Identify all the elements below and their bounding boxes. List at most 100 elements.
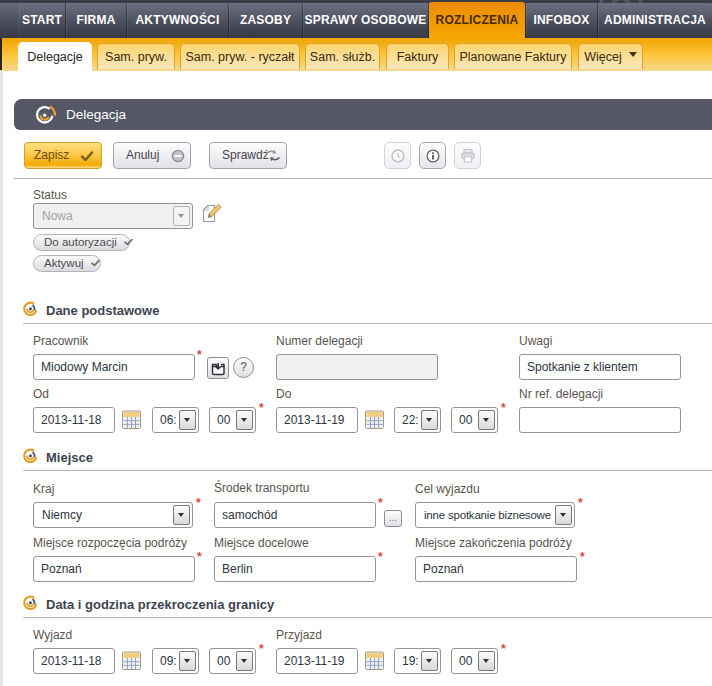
numer-delegacji-input[interactable] (276, 354, 438, 380)
srodek-transportu-input[interactable]: samochód (214, 502, 376, 528)
do-minute-select[interactable]: 00 (451, 407, 498, 433)
wyjazd-label: Wyjazd (33, 628, 72, 642)
uwagi-label: Uwagi (519, 334, 552, 348)
od-minute-dropdown-button[interactable] (236, 410, 253, 430)
przyjazd-minute-dropdown-button[interactable] (478, 651, 495, 671)
page: START FIRMA AKTYWNOŚCI ZASOBY SPRAWY OSO… (0, 0, 712, 686)
chevron-down-icon (560, 513, 566, 520)
od-hour-dropdown-button[interactable] (179, 410, 196, 430)
tab-delegacje[interactable]: Delegacje (18, 42, 92, 71)
edit-status-button[interactable] (199, 201, 224, 230)
kraj-select[interactable]: Niemcy (33, 502, 193, 528)
wyjazd-minute-value: 00 (217, 649, 230, 673)
nav-item-administracja[interactable]: ADMINISTRACJA (598, 3, 712, 38)
left-page-edge (0, 71, 3, 686)
required-marker: * (197, 551, 202, 563)
section-icon (21, 446, 41, 466)
status-dropdown-button[interactable] (173, 206, 190, 226)
required-marker: * (197, 349, 202, 361)
numer-delegacji-label: Numer delegacji (276, 334, 363, 348)
od-date-input[interactable]: 2013-11-18 (33, 407, 115, 433)
status-select[interactable]: Nowa (33, 203, 193, 229)
tab-wiecej[interactable]: Więcej (578, 43, 643, 69)
do-hour-dropdown-button[interactable] (421, 410, 438, 430)
chevron-down-icon (178, 513, 184, 520)
przyjazd-hour-select[interactable]: 19: (394, 648, 441, 674)
od-calendar-button[interactable] (122, 409, 141, 433)
do-date-input[interactable]: 2013-11-19 (276, 407, 358, 433)
zakonczenie-input[interactable]: Poznań (415, 556, 577, 582)
uwagi-input[interactable]: Spotkanie z klientem (519, 354, 681, 380)
do-calendar-button[interactable] (365, 409, 384, 433)
tab-sam-sluzb[interactable]: Sam. służb. (305, 43, 380, 69)
calendar-icon (122, 409, 141, 429)
required-marker: * (259, 643, 264, 655)
history-button[interactable] (384, 142, 411, 169)
od-label: Od (33, 387, 49, 401)
przyjazd-minute-select[interactable]: 00 (451, 648, 498, 674)
nr-ref-input[interactable] (519, 407, 681, 433)
verify-arrows-icon (265, 149, 281, 162)
nav-item-zasoby[interactable]: ZASOBY (229, 3, 302, 38)
check-icon (91, 259, 100, 267)
info-button[interactable] (419, 142, 446, 169)
wyjazd-minute-select[interactable]: 00 (209, 648, 256, 674)
check-icon (80, 149, 94, 163)
section-icon (21, 299, 41, 319)
tab-wiecej-label: Więcej (584, 50, 622, 64)
pracownik-input[interactable]: Miodowy Marcin (33, 354, 195, 380)
chevron-down-icon (184, 659, 190, 666)
wyjazd-hour-dropdown-button[interactable] (179, 651, 196, 671)
tab-bar: Delegacje Sam. pryw. Sam. pryw. - ryczał… (0, 38, 712, 71)
nav-item-infobox[interactable]: INFOBOX (526, 3, 597, 38)
do-label: Do (276, 387, 291, 401)
cancel-circle-icon (171, 149, 185, 163)
srodek-transportu-label: Środek transportu (214, 481, 309, 495)
cel-wyjazdu-select[interactable]: inne spotkanie biznesowe (415, 502, 575, 528)
verify-button[interactable]: Sprawdź (209, 142, 287, 169)
rozpoczecie-input[interactable]: Poznań (33, 556, 195, 582)
pracownik-help-button[interactable]: ? (233, 357, 254, 378)
wyjazd-hour-select[interactable]: 09: (152, 648, 199, 674)
activate-button[interactable]: Aktywuj (33, 255, 101, 272)
do-minute-dropdown-button[interactable] (478, 410, 495, 430)
save-button[interactable]: Zapisz (24, 142, 102, 169)
wyjazd-minute-dropdown-button[interactable] (236, 651, 253, 671)
print-icon (460, 148, 476, 163)
wyjazd-calendar-button[interactable] (122, 650, 141, 674)
cel-wyjazdu-dropdown-button[interactable] (555, 505, 572, 525)
app-logo-icon (33, 103, 58, 128)
cancel-button[interactable]: Anuluj (113, 142, 191, 169)
nav-item-firma[interactable]: FIRMA (66, 3, 126, 38)
nav-item-rozliczenia[interactable]: ROZLICZENIA (429, 2, 525, 38)
tab-planowane-faktury[interactable]: Planowane Faktury (454, 43, 572, 69)
required-marker: * (501, 643, 506, 655)
authorize-button[interactable]: Do autoryzacji (33, 234, 130, 251)
pracownik-label: Pracownik (33, 334, 88, 348)
required-marker: * (259, 402, 264, 414)
przyjazd-hour-dropdown-button[interactable] (421, 651, 438, 671)
wyjazd-hour-value: 09: (160, 649, 177, 673)
nav-item-aktywnosci[interactable]: AKTYWNOŚCI (127, 3, 228, 38)
tab-sam-pryw[interactable]: Sam. pryw. (97, 43, 175, 69)
nav-item-sprawy-osobowe[interactable]: SPRAWY OSOBOWE (303, 3, 428, 38)
pracownik-lookup-button[interactable] (207, 357, 229, 379)
tabbar-left-edge (0, 38, 2, 70)
docelowe-label: Miejsce docelowe (214, 536, 309, 550)
od-hour-select[interactable]: 06: (152, 407, 199, 433)
tab-sam-pryw-ryczalt[interactable]: Sam. pryw. - ryczałt (180, 43, 300, 69)
kraj-value: Niemcy (42, 503, 82, 527)
srodek-transportu-more-button[interactable]: ... (384, 510, 402, 527)
przyjazd-date-input[interactable]: 2013-11-19 (276, 648, 358, 674)
docelowe-input[interactable]: Berlin (214, 556, 376, 582)
tab-faktury[interactable]: Faktury (386, 43, 449, 69)
kraj-dropdown-button[interactable] (173, 505, 190, 525)
od-minute-select[interactable]: 00 (209, 407, 256, 433)
wyjazd-date-input[interactable]: 2013-11-18 (33, 648, 115, 674)
przyjazd-calendar-button[interactable] (365, 650, 384, 674)
activate-button-label: Aktywuj (44, 257, 84, 269)
nav-item-start[interactable]: START (19, 3, 65, 38)
cel-wyjazdu-value: inne spotkanie biznesowe (424, 503, 551, 527)
do-hour-select[interactable]: 22: (394, 407, 441, 433)
print-button[interactable] (454, 142, 481, 169)
